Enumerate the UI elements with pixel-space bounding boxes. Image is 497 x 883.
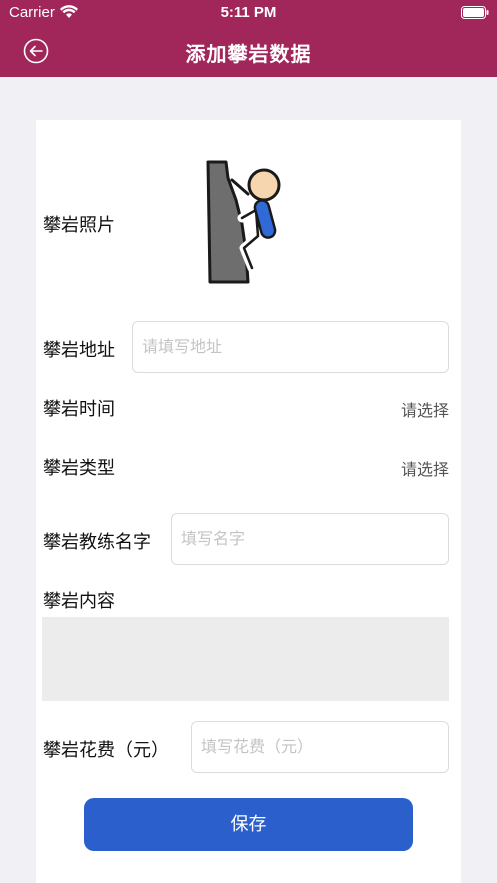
save-button[interactable]: 保存 (84, 798, 413, 851)
time-label: 攀岩时间 (43, 399, 115, 420)
nav-header: Carrier 5:11 PM 添加攀岩数据 (0, 0, 497, 77)
battery-icon (461, 6, 489, 19)
content-label: 攀岩内容 (43, 591, 115, 612)
status-bar: Carrier 5:11 PM (0, 0, 497, 26)
cost-label: 攀岩花费（元） (43, 740, 169, 761)
content-textarea[interactable] (42, 617, 449, 701)
type-picker[interactable]: 请选择 (401, 456, 449, 480)
time-picker[interactable]: 请选择 (401, 397, 449, 421)
climbing-photo-picker[interactable] (202, 160, 292, 284)
type-label: 攀岩类型 (43, 458, 115, 479)
address-input[interactable]: 请填写地址 (132, 321, 449, 373)
form-card: 攀岩照片 攀岩地址 请填写地址 攀岩时间 请选择 攀岩类型 请选择 攀岩教练名字… (36, 120, 461, 883)
coach-name-input[interactable]: 填写名字 (171, 513, 449, 565)
page-title: 添加攀岩数据 (185, 42, 312, 66)
status-time: 5:11 PM (220, 4, 277, 21)
photo-label: 攀岩照片 (43, 215, 115, 236)
address-label: 攀岩地址 (43, 340, 115, 361)
coach-label: 攀岩教练名字 (43, 532, 151, 553)
cost-input[interactable]: 填写花费（元） (191, 721, 449, 773)
